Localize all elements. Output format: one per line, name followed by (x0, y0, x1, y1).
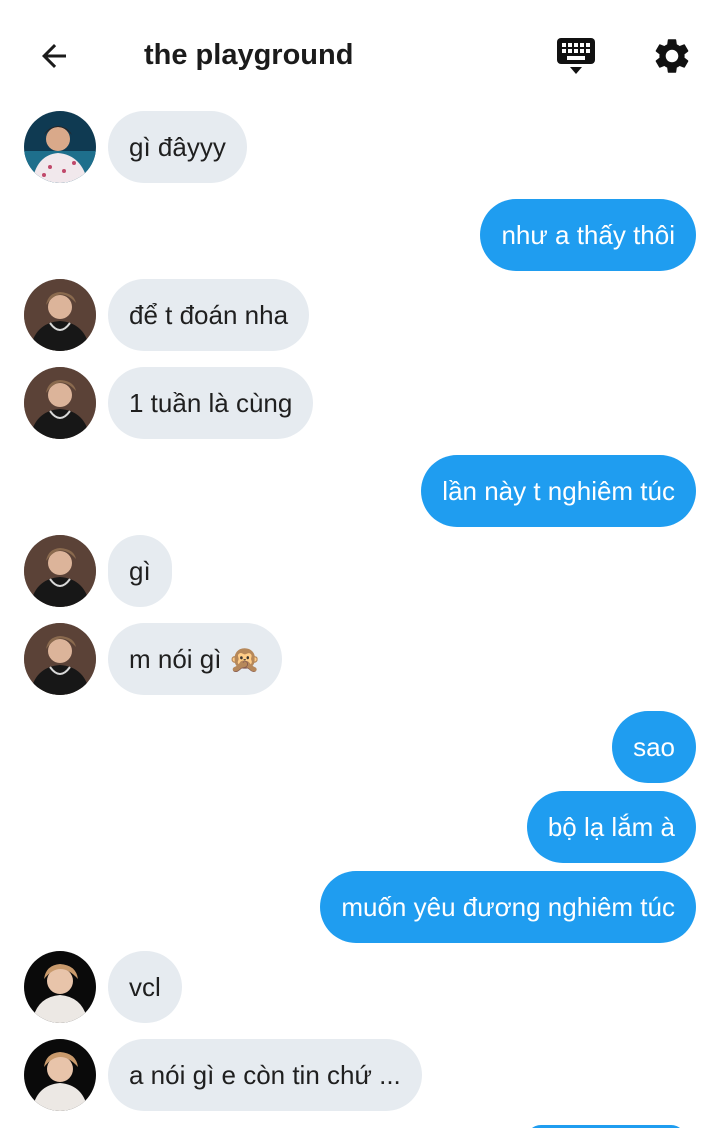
incoming-message[interactable]: a nói gì e còn tin chứ ... (108, 1039, 422, 1111)
avatar[interactable] (24, 623, 96, 695)
outgoing-message[interactable]: muốn yêu đương nghiêm túc (320, 871, 696, 943)
arrow-left-icon (42, 44, 66, 68)
incoming-message[interactable]: gì đâyyy (108, 111, 247, 183)
outgoing-message[interactable]: bộ lạ lắm à (526, 791, 696, 863)
incoming-message[interactable]: m nói gì 🙊 (108, 623, 283, 695)
avatar[interactable] (24, 951, 96, 1023)
incoming-message[interactable]: để t đoán nha (108, 279, 310, 351)
outgoing-message[interactable]: lần này t nghiêm túc (421, 455, 696, 527)
outgoing-message[interactable]: như a thấy thôi (480, 199, 696, 271)
avatar[interactable] (24, 111, 96, 183)
avatar[interactable] (24, 367, 96, 439)
incoming-message[interactable]: gì (108, 535, 172, 607)
avatar[interactable] (24, 535, 96, 607)
incoming-message[interactable]: 1 tuần là cùng (108, 367, 314, 439)
keyboard-button[interactable] (552, 32, 600, 80)
keyboard-icon (557, 38, 595, 74)
settings-button[interactable] (648, 32, 696, 80)
chat-header: the playground (0, 0, 720, 108)
chat-title: the playground (144, 39, 354, 71)
incoming-message[interactable]: vcl (108, 951, 182, 1023)
avatar[interactable] (24, 279, 96, 351)
outgoing-message[interactable]: sao (612, 711, 696, 783)
avatar[interactable] (24, 1039, 96, 1111)
chat-screen: the playground gì đâyyy như a thấy thôi … (0, 0, 720, 1128)
back-button[interactable] (30, 34, 78, 78)
gear-icon (655, 39, 689, 73)
